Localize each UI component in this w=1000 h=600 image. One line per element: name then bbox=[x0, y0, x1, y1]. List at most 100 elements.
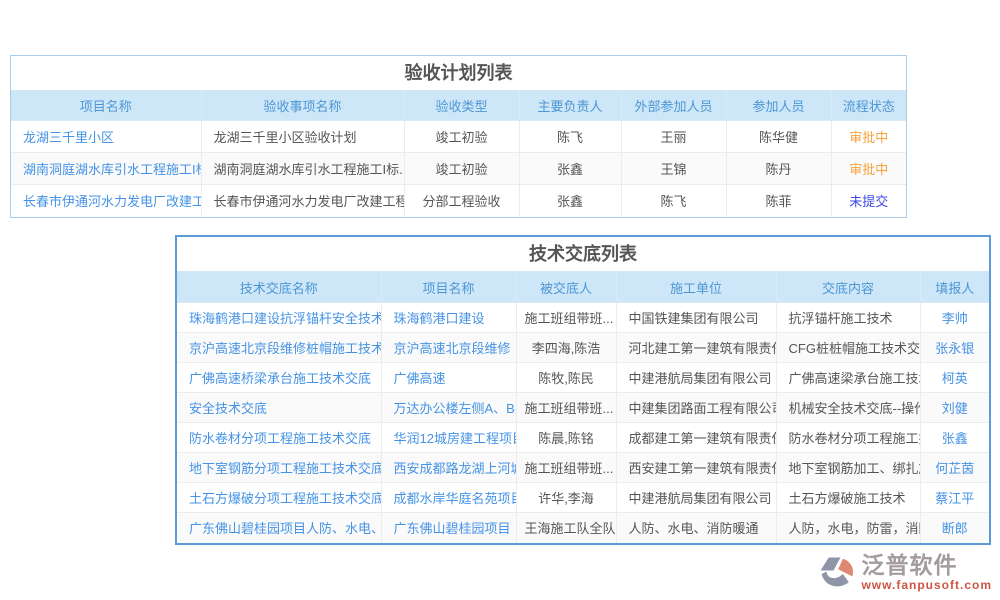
reporter-link[interactable]: 刘健 bbox=[920, 393, 989, 423]
acceptance-header-row: 项目名称 验收事项名称 验收类型 主要负责人 外部参加人员 参加人员 流程状态 bbox=[11, 91, 906, 121]
acceptance-table-title: 验收计划列表 bbox=[11, 56, 906, 90]
acceptance-item-cell: 湖南洞庭湖水库引水工程施工I标... bbox=[201, 153, 404, 185]
col-header-disclosure-content: 交底内容 bbox=[776, 272, 920, 303]
disclosure-content-cell: 地下室钢筋加工、绑扎施... bbox=[776, 453, 920, 483]
reporter-link[interactable]: 断郎 bbox=[920, 513, 989, 543]
disclosure-content-cell: CFG桩桩帽施工技术交底。 bbox=[776, 333, 920, 363]
reporter-link[interactable]: 蔡江平 bbox=[920, 483, 989, 513]
receiver-cell: 王海施工队全队 bbox=[516, 513, 616, 543]
receiver-cell: 许华,李海 bbox=[516, 483, 616, 513]
acceptance-item-cell: 龙湖三千里小区验收计划 bbox=[201, 121, 404, 153]
acceptance-type-cell: 竣工初验 bbox=[404, 121, 519, 153]
disclosure-name-link[interactable]: 广东佛山碧桂园项目人防、水电、防... bbox=[177, 513, 381, 543]
col-header-disclosure-name: 技术交底名称 bbox=[177, 272, 381, 303]
table-row: 安全技术交底 万达办公楼左侧A、B办... 施工班组带班... 中建集团路面工程… bbox=[177, 393, 989, 423]
disclosure-name-link[interactable]: 防水卷材分项工程施工技术交底 bbox=[177, 423, 381, 453]
construction-unit-cell: 中国铁建集团有限公司 bbox=[616, 303, 776, 333]
table-row: 广佛高速桥梁承台施工技术交底 广佛高速 陈牧,陈民 中建港航局集团有限公司 广佛… bbox=[177, 363, 989, 393]
col-header-construction-unit: 施工单位 bbox=[616, 272, 776, 303]
fanpu-logo-icon bbox=[817, 554, 857, 594]
project-name-link[interactable]: 华润12城房建工程项目 bbox=[381, 423, 516, 453]
main-lead-cell: 陈飞 bbox=[519, 121, 621, 153]
acceptance-type-cell: 竣工初验 bbox=[404, 153, 519, 185]
construction-unit-cell: 中建集团路面工程有限公司 bbox=[616, 393, 776, 423]
col-header-acceptance-item: 验收事项名称 bbox=[201, 91, 404, 121]
disclosure-content-cell: 防水卷材分项工程施工技术 bbox=[776, 423, 920, 453]
reporter-link[interactable]: 何芷茵 bbox=[920, 453, 989, 483]
col-header-participants: 参加人员 bbox=[726, 91, 831, 121]
project-name-link[interactable]: 龙湖三千里小区 bbox=[11, 121, 201, 153]
project-name-link[interactable]: 珠海鹤港口建设 bbox=[381, 303, 516, 333]
disclosure-name-link[interactable]: 土石方爆破分项工程施工技术交底 bbox=[177, 483, 381, 513]
acceptance-plan-table: 项目名称 验收事项名称 验收类型 主要负责人 外部参加人员 参加人员 流程状态 … bbox=[11, 90, 906, 217]
fanpu-logo-text: 泛普软件 bbox=[861, 554, 992, 577]
technical-disclosure-table-card: 技术交底列表 技术交底名称 项目名称 被交底人 施工单位 交底内容 填报人 珠海… bbox=[175, 235, 991, 545]
reporter-link[interactable]: 柯英 bbox=[920, 363, 989, 393]
disclosure-name-link[interactable]: 地下室钢筋分项工程施工技术交底 bbox=[177, 453, 381, 483]
fanpu-logo: 泛普软件 www.fanpusoft.com bbox=[817, 554, 992, 594]
main-lead-cell: 张鑫 bbox=[519, 185, 621, 217]
disclosure-header-row: 技术交底名称 项目名称 被交底人 施工单位 交底内容 填报人 bbox=[177, 272, 989, 303]
project-name-link[interactable]: 成都水岸华庭名苑项目... bbox=[381, 483, 516, 513]
status-badge[interactable]: 未提交 bbox=[831, 185, 906, 217]
project-name-link[interactable]: 西安成都路龙湖上河城... bbox=[381, 453, 516, 483]
project-name-link[interactable]: 万达办公楼左侧A、B办... bbox=[381, 393, 516, 423]
disclosure-content-cell: 广佛高速梁承台施工技术... bbox=[776, 363, 920, 393]
project-name-link[interactable]: 广佛高速 bbox=[381, 363, 516, 393]
disclosure-name-link[interactable]: 安全技术交底 bbox=[177, 393, 381, 423]
project-name-link[interactable]: 湖南洞庭湖水库引水工程施工I标 bbox=[11, 153, 201, 185]
project-name-link[interactable]: 长春市伊通河水力发电厂改建工程 bbox=[11, 185, 201, 217]
disclosure-name-link[interactable]: 广佛高速桥梁承台施工技术交底 bbox=[177, 363, 381, 393]
col-header-acceptance-type: 验收类型 bbox=[404, 91, 519, 121]
acceptance-plan-table-card: 验收计划列表 项目名称 验收事项名称 验收类型 主要负责人 外部参加人员 参加人… bbox=[10, 55, 907, 218]
status-badge[interactable]: 审批中 bbox=[831, 153, 906, 185]
disclosure-name-link[interactable]: 珠海鹤港口建设抗浮锚杆安全技术交底 bbox=[177, 303, 381, 333]
col-header-receiver: 被交底人 bbox=[516, 272, 616, 303]
col-header-flow-status: 流程状态 bbox=[831, 91, 906, 121]
table-row: 龙湖三千里小区 龙湖三千里小区验收计划 竣工初验 陈飞 王丽 陈华健 审批中 bbox=[11, 121, 906, 153]
table-row: 湖南洞庭湖水库引水工程施工I标 湖南洞庭湖水库引水工程施工I标... 竣工初验 … bbox=[11, 153, 906, 185]
participants-cell: 陈华健 bbox=[726, 121, 831, 153]
construction-unit-cell: 成都建工第一建筑有限责任... bbox=[616, 423, 776, 453]
disclosure-table-title: 技术交底列表 bbox=[177, 237, 989, 271]
disclosure-content-cell: 土石方爆破施工技术 bbox=[776, 483, 920, 513]
project-name-link[interactable]: 广东佛山碧桂园项目 bbox=[381, 513, 516, 543]
reporter-link[interactable]: 张永银 bbox=[920, 333, 989, 363]
reporter-link[interactable]: 李帅 bbox=[920, 303, 989, 333]
col-header-external-participants: 外部参加人员 bbox=[621, 91, 726, 121]
receiver-cell: 陈牧,陈民 bbox=[516, 363, 616, 393]
project-name-link[interactable]: 京沪高速北京段维修 bbox=[381, 333, 516, 363]
table-row: 广东佛山碧桂园项目人防、水电、防... 广东佛山碧桂园项目 王海施工队全队 人防… bbox=[177, 513, 989, 543]
table-row: 长春市伊通河水力发电厂改建工程 长春市伊通河水力发电厂改建工程... 分部工程验… bbox=[11, 185, 906, 217]
acceptance-type-cell: 分部工程验收 bbox=[404, 185, 519, 217]
receiver-cell: 李四海,陈浩 bbox=[516, 333, 616, 363]
construction-unit-cell: 中建港航局集团有限公司 bbox=[616, 363, 776, 393]
construction-unit-cell: 西安建工第一建筑有限责任... bbox=[616, 453, 776, 483]
construction-unit-cell: 中建港航局集团有限公司 bbox=[616, 483, 776, 513]
external-participants-cell: 王锦 bbox=[621, 153, 726, 185]
table-row: 地下室钢筋分项工程施工技术交底 西安成都路龙湖上河城... 施工班组带班... … bbox=[177, 453, 989, 483]
table-row: 防水卷材分项工程施工技术交底 华润12城房建工程项目 陈晨,陈铭 成都建工第一建… bbox=[177, 423, 989, 453]
reporter-link[interactable]: 张鑫 bbox=[920, 423, 989, 453]
acceptance-item-cell: 长春市伊通河水力发电厂改建工程... bbox=[201, 185, 404, 217]
col-header-reporter: 填报人 bbox=[920, 272, 989, 303]
main-lead-cell: 张鑫 bbox=[519, 153, 621, 185]
status-badge[interactable]: 审批中 bbox=[831, 121, 906, 153]
receiver-cell: 陈晨,陈铭 bbox=[516, 423, 616, 453]
receiver-cell: 施工班组带班... bbox=[516, 453, 616, 483]
construction-unit-cell: 人防、水电、消防暖通 bbox=[616, 513, 776, 543]
disclosure-name-link[interactable]: 京沪高速北京段维修桩帽施工技术交底 bbox=[177, 333, 381, 363]
technical-disclosure-table: 技术交底名称 项目名称 被交底人 施工单位 交底内容 填报人 珠海鹤港口建设抗浮… bbox=[177, 271, 989, 543]
construction-unit-cell: 河北建工第一建筑有限责任... bbox=[616, 333, 776, 363]
disclosure-content-cell: 机械安全技术交底--操作... bbox=[776, 393, 920, 423]
participants-cell: 陈丹 bbox=[726, 153, 831, 185]
table-row: 京沪高速北京段维修桩帽施工技术交底 京沪高速北京段维修 李四海,陈浩 河北建工第… bbox=[177, 333, 989, 363]
fanpu-logo-url: www.fanpusoft.com bbox=[861, 579, 992, 591]
receiver-cell: 施工班组带班... bbox=[516, 303, 616, 333]
col-header-project-name: 项目名称 bbox=[11, 91, 201, 121]
disclosure-content-cell: 抗浮锚杆施工技术 bbox=[776, 303, 920, 333]
participants-cell: 陈菲 bbox=[726, 185, 831, 217]
col-header-project-name: 项目名称 bbox=[381, 272, 516, 303]
external-participants-cell: 王丽 bbox=[621, 121, 726, 153]
table-row: 珠海鹤港口建设抗浮锚杆安全技术交底 珠海鹤港口建设 施工班组带班... 中国铁建… bbox=[177, 303, 989, 333]
